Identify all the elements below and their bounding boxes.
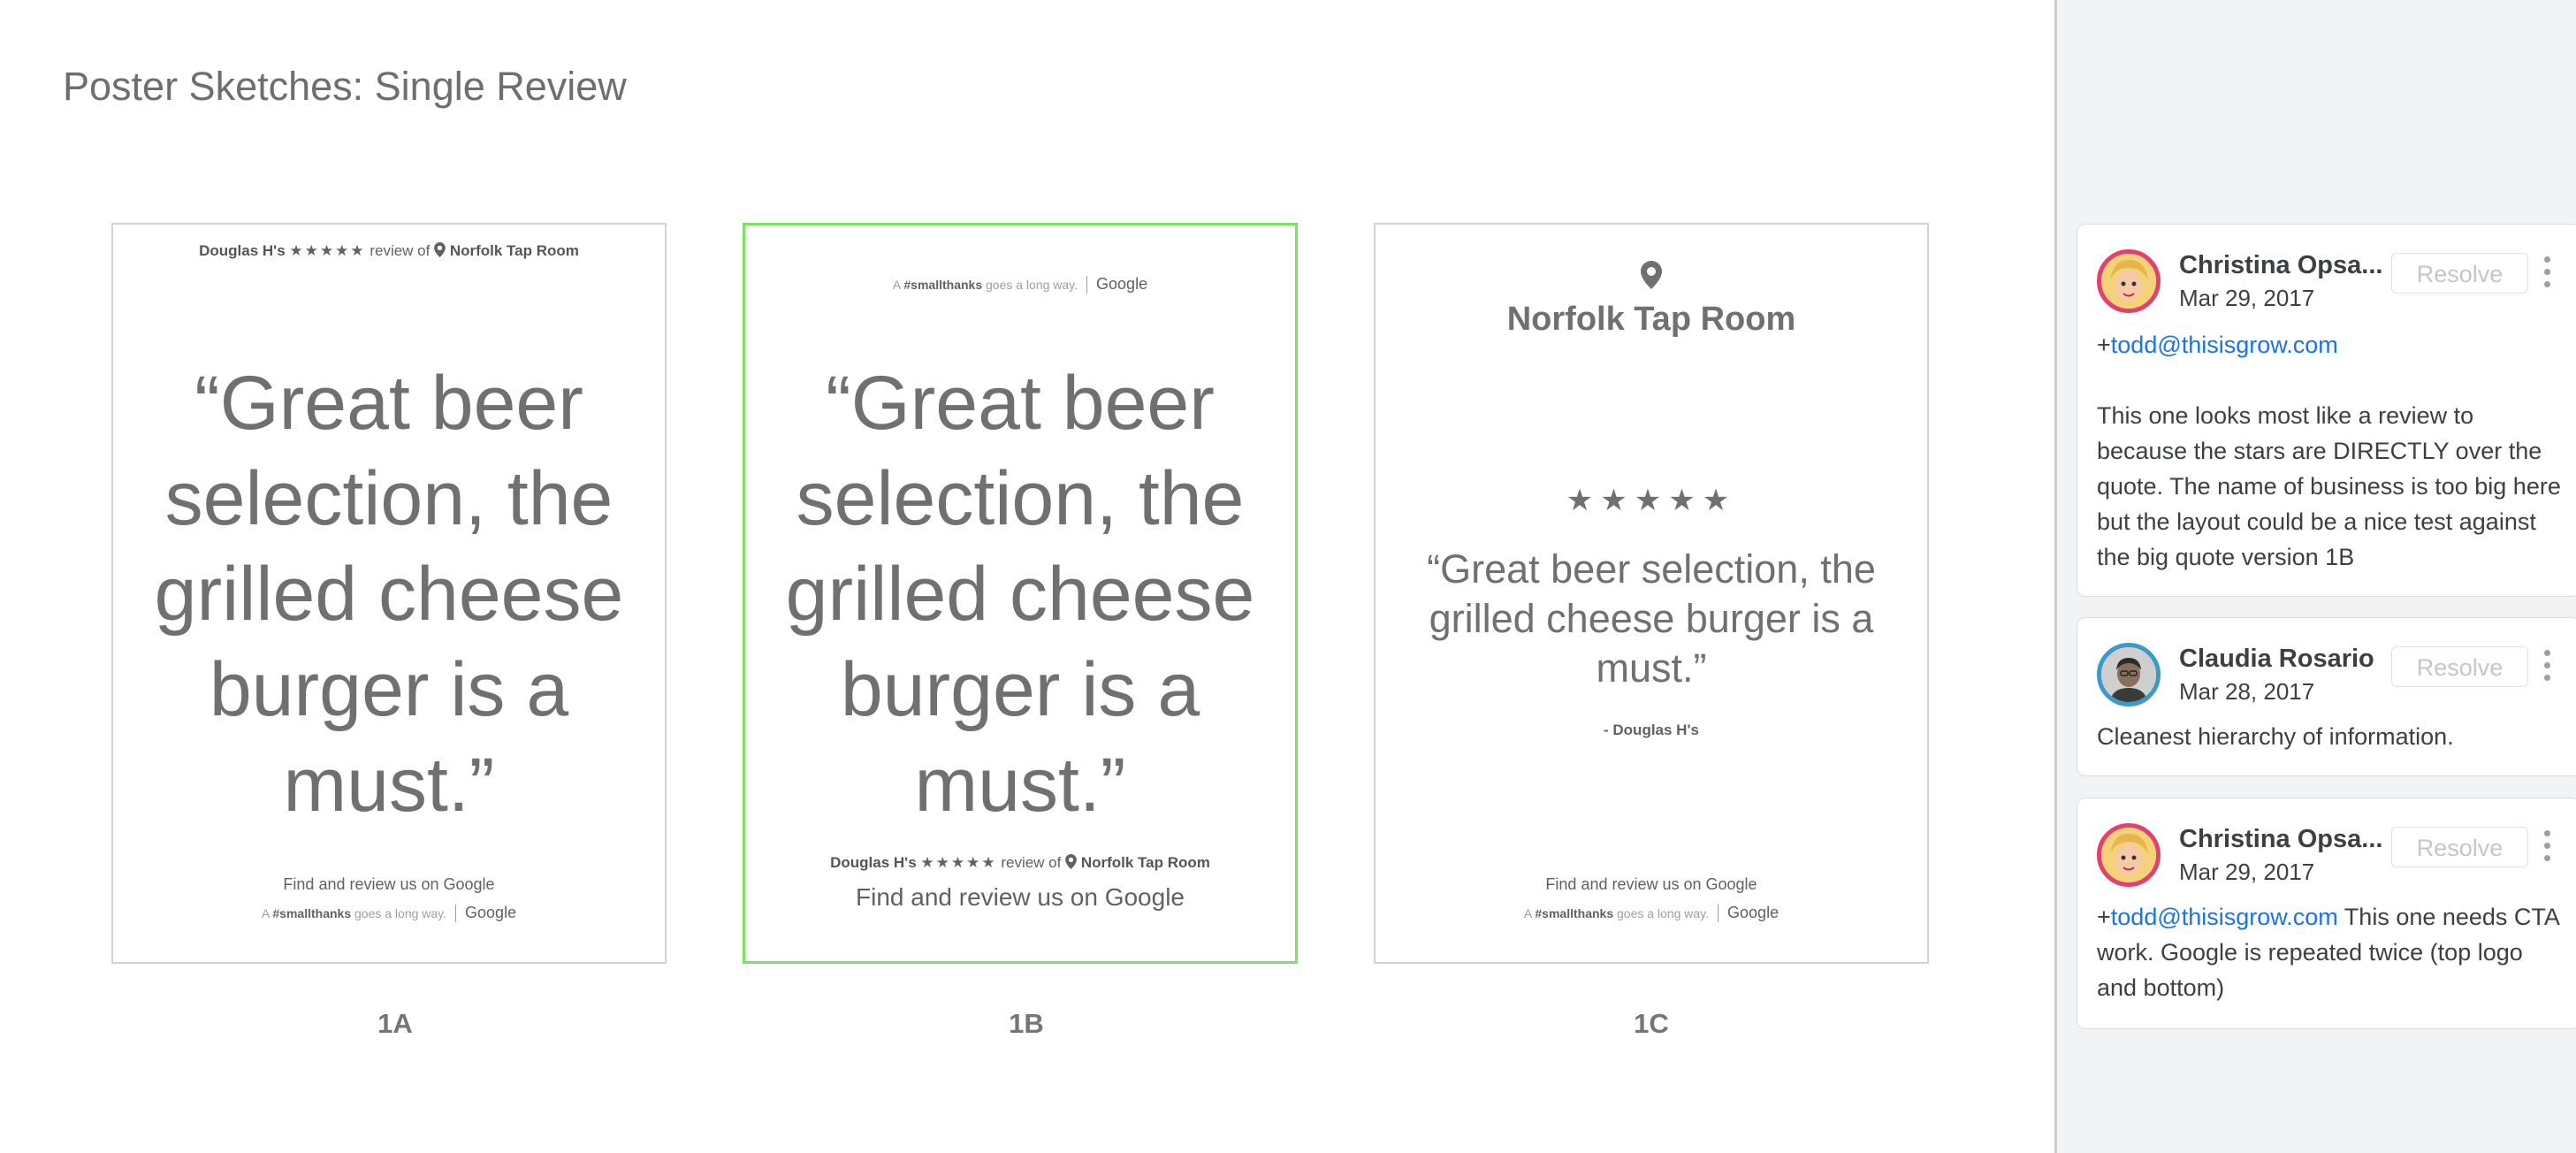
comment-card[interactable]: Christina Opsa... Mar 29, 2017 Resolve +… [2077, 224, 2576, 597]
location-pin-icon [1065, 854, 1077, 869]
comment-body: Cleanest hierarchy of information. [2097, 723, 2454, 750]
mention-link[interactable]: todd@thisisgrow.com [2111, 332, 2338, 358]
comment-mention: +todd@thisisgrow.com [2097, 332, 2338, 358]
star-rating: ★★★★★ [289, 242, 366, 259]
find-review-text: Find and review us on Google [856, 883, 1185, 911]
star-rating: ★★★★★ [920, 854, 997, 871]
poster-label-1a: 1A [377, 1008, 413, 1039]
poster-1c[interactable]: Norfolk Tap Room ★★★★★ “Great beer selec… [1374, 223, 1929, 964]
poster-label-1c: 1C [1634, 1008, 1669, 1039]
google-logo: Google [1096, 275, 1148, 293]
comment-card[interactable]: Christina Opsa... Mar 29, 2017 Resolve +… [2077, 798, 2576, 1029]
comment-body: +todd@thisisgrow.com This one needs CTA … [2097, 904, 2559, 1001]
page-title: Poster Sketches: Single Review [63, 64, 627, 109]
review-byline: Douglas H's ★★★★★ review of Norfolk Tap … [199, 242, 579, 259]
location-pin-icon [434, 242, 446, 257]
review-author: - Douglas H's [1604, 722, 1699, 738]
location-pin-icon [1641, 261, 1662, 289]
poster-label-1b: 1B [1009, 1008, 1044, 1039]
avatar [2097, 643, 2161, 706]
comment-date: Mar 29, 2017 [2179, 285, 2315, 311]
more-vert-icon[interactable] [2541, 256, 2553, 292]
smallthanks-tagline: A #smallthanks goes a long way. Google [261, 904, 517, 922]
google-logo: Google [1727, 904, 1780, 921]
smallthanks-tagline: A #smallthanks goes a long way. Google [892, 275, 1148, 294]
comment-author: Christina Opsa... [2179, 825, 2383, 853]
comment-author: Claudia Rosario [2179, 645, 2374, 673]
comments-sidebar: Christina Opsa... Mar 29, 2017 Resolve +… [2054, 0, 2576, 1153]
comment-date: Mar 29, 2017 [2179, 859, 2315, 885]
location-pin [1376, 260, 1927, 294]
review-quote: “Great beer selection, the grilled chees… [1427, 546, 1876, 691]
resolve-button[interactable]: Resolve [2391, 253, 2528, 294]
slide-canvas: Poster Sketches: Single Review Douglas H… [0, 0, 2054, 1153]
resolve-button[interactable]: Resolve [2391, 827, 2528, 867]
find-review-text: Find and review us on Google [283, 875, 495, 893]
comment-date: Mar 28, 2017 [2179, 678, 2315, 705]
mention-link[interactable]: todd@thisisgrow.com [2111, 904, 2338, 930]
review-quote: “Great beer selection, the grilled chees… [785, 361, 1255, 828]
more-vert-icon[interactable] [2541, 830, 2553, 866]
business-name: Norfolk Tap Room [1506, 301, 1796, 338]
review-byline: Douglas H's ★★★★★ review of Norfolk Tap … [830, 854, 1210, 871]
find-review-text: Find and review us on Google [1545, 875, 1757, 893]
comment-card[interactable]: Claudia Rosario Mar 28, 2017 Resolve Cle… [2077, 617, 2576, 776]
google-logo: Google [465, 904, 517, 921]
comment-body: This one looks most like a review to bec… [2097, 402, 2561, 570]
comment-author: Christina Opsa... [2179, 251, 2383, 279]
smallthanks-tagline: A #smallthanks goes a long way. Google [1523, 904, 1780, 922]
poster-1b[interactable]: A #smallthanks goes a long way. Google “G… [743, 223, 1298, 964]
resolve-button[interactable]: Resolve [2391, 646, 2528, 687]
review-quote: “Great beer selection, the grilled chees… [154, 361, 624, 828]
avatar [2097, 823, 2161, 887]
avatar [2097, 249, 2161, 313]
more-vert-icon[interactable] [2541, 650, 2553, 685]
star-rating: ★★★★★ [1566, 484, 1737, 517]
poster-1a[interactable]: Douglas H's ★★★★★ review of Norfolk Tap … [111, 223, 667, 964]
